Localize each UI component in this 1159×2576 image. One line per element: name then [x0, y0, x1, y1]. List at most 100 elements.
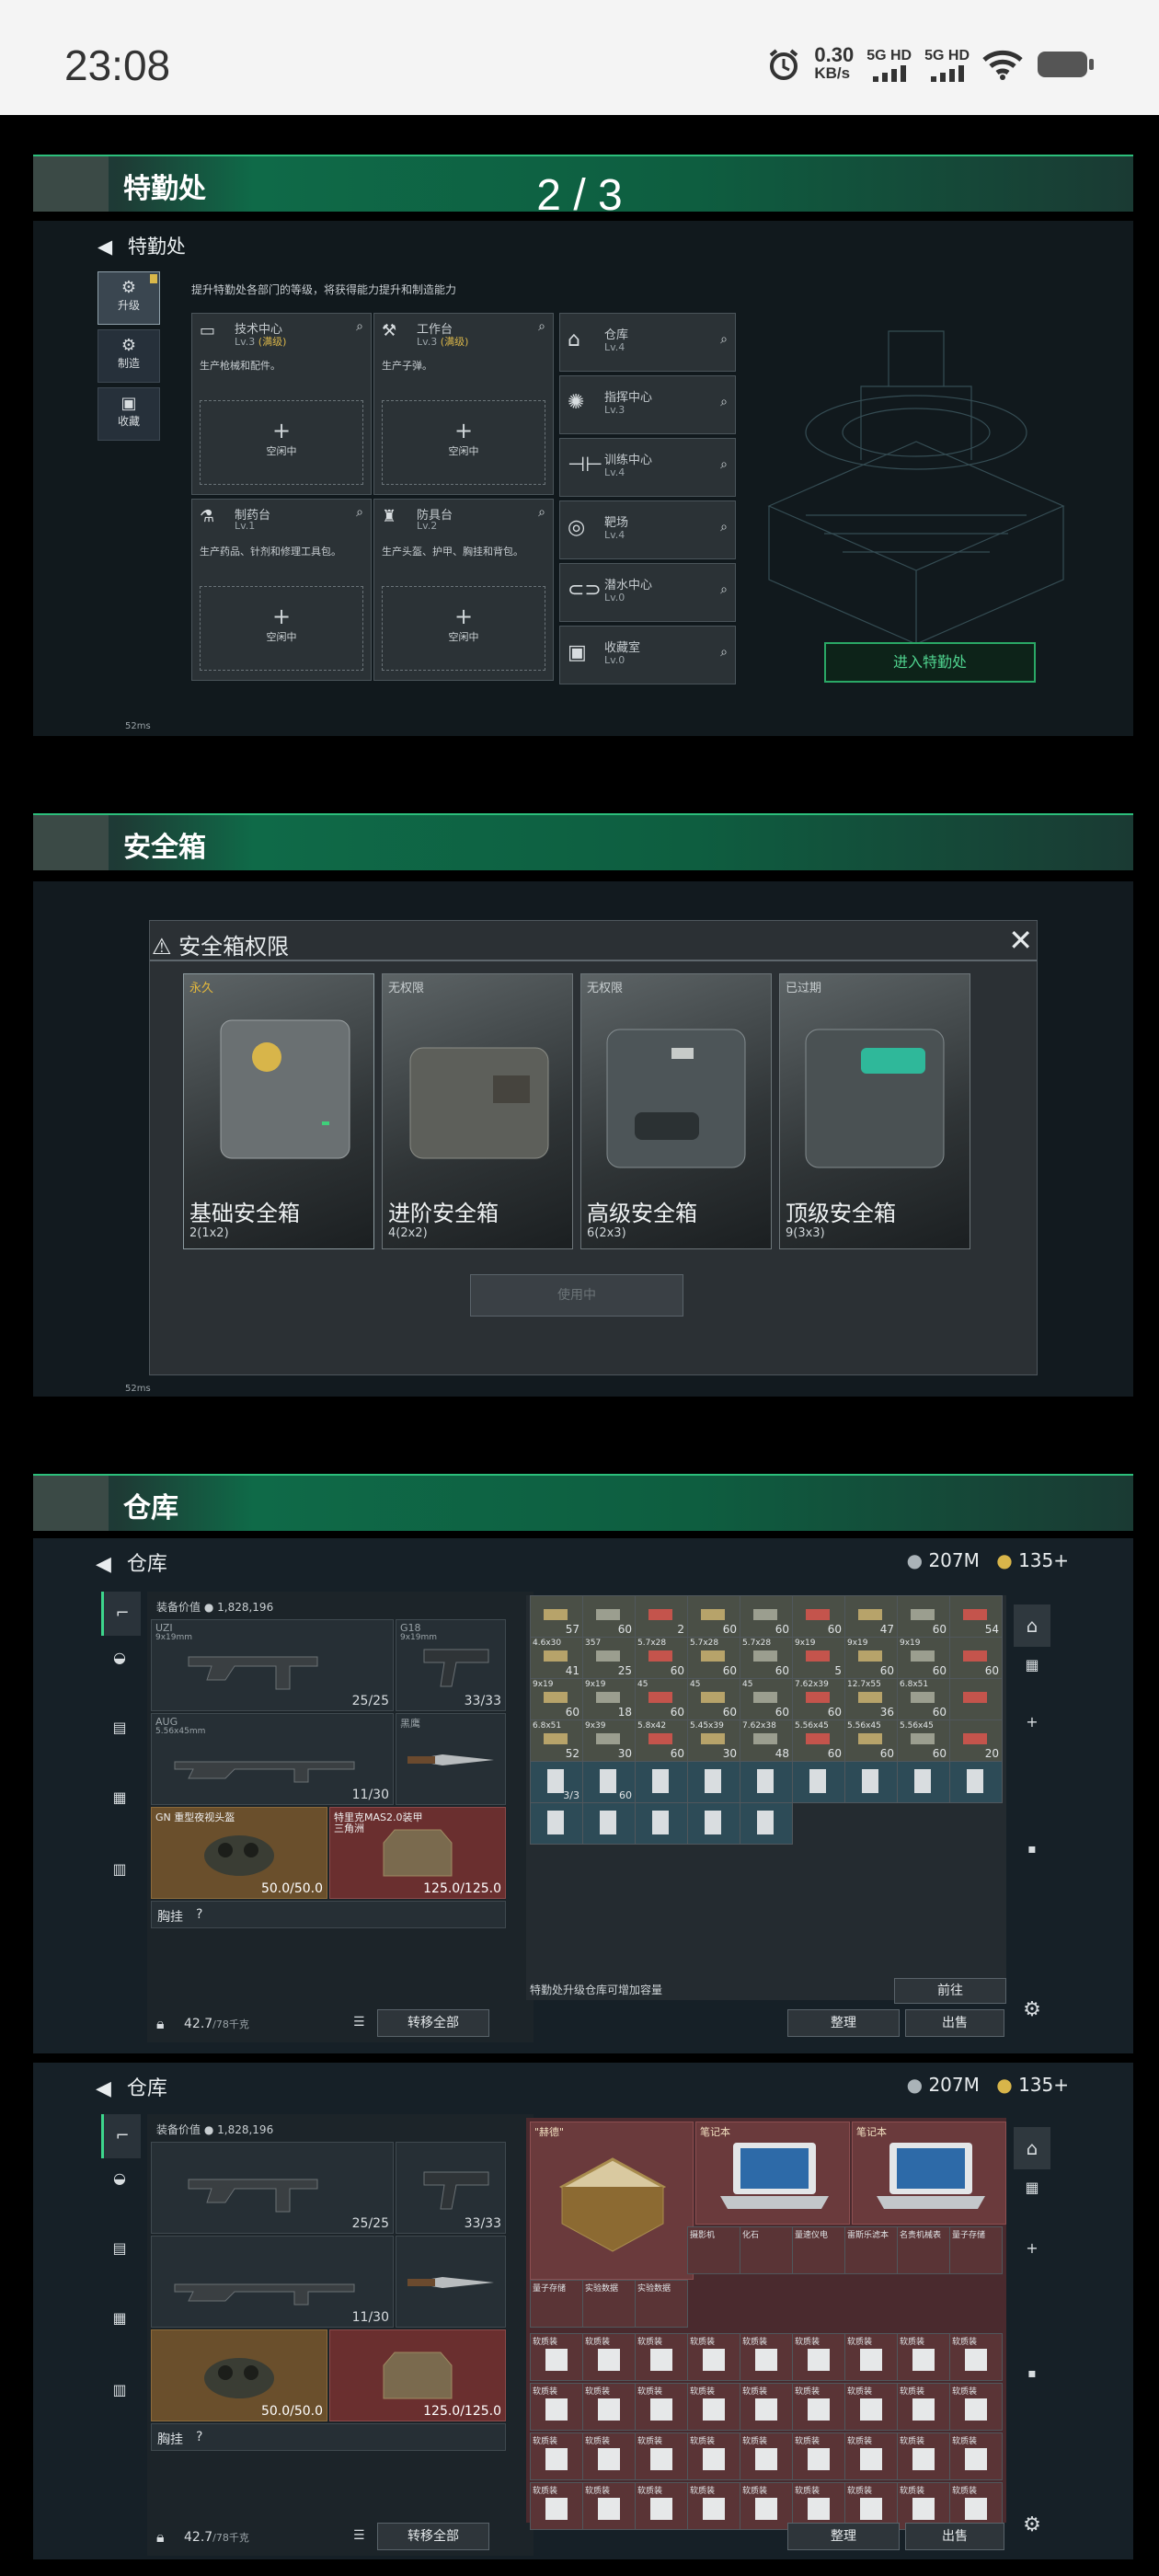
consumable-cell[interactable] [897, 1761, 950, 1803]
rail-warehouse-tab[interactable]: ⌂ [1014, 2127, 1050, 2169]
ammo-cell[interactable]: 9x19 60 [844, 1637, 898, 1679]
ammo-cell[interactable]: 45 60 [635, 1678, 688, 1720]
armor-slot[interactable]: 125.0/125.0 [329, 2329, 506, 2421]
valuable-cell[interactable]: 雷斯乐滤本 [844, 2226, 898, 2274]
weapon-slot-uzi[interactable]: 25/25 [151, 2142, 394, 2234]
help-icon[interactable]: ? [196, 1907, 202, 1922]
safebox-advanced[interactable]: 无权限 进阶安全箱 4(2x2) [382, 973, 573, 1249]
tab-bag[interactable]: ▤ [101, 1719, 138, 1755]
valuable-cell[interactable]: 名贵机械表 [897, 2226, 950, 2274]
consumable-cell[interactable] [635, 1802, 688, 1845]
ammo-cell[interactable]: 5.56x45 60 [897, 1719, 950, 1762]
tab-case[interactable]: ▥ [101, 1860, 138, 1897]
weapon-slot-aug[interactable]: 11/30 [151, 2236, 394, 2328]
gear-cell[interactable]: 软质装 [530, 2333, 583, 2381]
valuable-cell[interactable]: 实验数据 [582, 2280, 636, 2328]
rail-lock-tab[interactable]: ▪ [1014, 2366, 1050, 2403]
consumable-cell[interactable] [687, 1802, 740, 1845]
list-icon[interactable]: ☰ [353, 2528, 365, 2543]
craft-slot[interactable]: + 空闲中 [200, 400, 363, 485]
craft-slot[interactable]: + 空闲中 [200, 586, 363, 671]
gear-cell[interactable]: 软质装 [635, 2383, 688, 2431]
gear-cell[interactable]: 软质装 [635, 2482, 688, 2530]
ammo-cell[interactable]: 12.7x55 36 [844, 1678, 898, 1720]
gear-cell[interactable]: 软质装 [687, 2333, 740, 2381]
ammo-cell[interactable]: 5.8x42 60 [635, 1719, 688, 1762]
gear-cell[interactable]: 软质装 [792, 2333, 845, 2381]
craft-slot[interactable]: + 空闲中 [382, 586, 545, 671]
gear-cell[interactable]: 软质装 [635, 2333, 688, 2381]
consumable-cell[interactable]: 60 [582, 1761, 636, 1803]
melee-slot[interactable] [396, 2236, 506, 2328]
laptop-item-2[interactable]: 笔记本 [852, 2122, 1006, 2225]
consumable-cell[interactable] [792, 1761, 845, 1803]
ammo-cell[interactable]: 5.56x45 60 [792, 1719, 845, 1762]
helmet-slot[interactable]: 50.0/50.0 [151, 2329, 327, 2421]
rail-warehouse-tab[interactable]: ⌂ [1014, 1604, 1050, 1647]
close-icon[interactable]: ✕ [1008, 923, 1033, 958]
search-icon[interactable]: ⌕ [720, 395, 728, 409]
tab-bag[interactable]: ▤ [101, 2239, 138, 2276]
sort-button[interactable]: 整理 [787, 2523, 900, 2550]
ammo-cell[interactable]: 5.56x45 60 [844, 1719, 898, 1762]
settings-button[interactable]: ⚙ [1014, 2513, 1050, 2550]
back-arrow-icon[interactable]: ◀ [96, 1553, 111, 1576]
enter-special-ops-button[interactable]: 进入特勤处 [824, 642, 1036, 683]
sell-button[interactable]: 出售 [905, 2009, 1004, 2037]
melee-slot[interactable]: 黑鹰 [396, 1713, 506, 1805]
ammo-cell[interactable]: 7.62x39 60 [792, 1678, 845, 1720]
ammo-cell[interactable]: 60 [949, 1637, 1003, 1679]
gear-cell[interactable]: 软质装 [792, 2432, 845, 2480]
tab-weapons[interactable]: ⌐ [101, 2114, 141, 2158]
ammo-cell[interactable]: 20 [949, 1719, 1003, 1762]
facility-command[interactable]: ✺ 指挥中心 Lv.3 ⌕ [559, 375, 736, 434]
gear-cell[interactable]: 软质装 [582, 2333, 636, 2381]
gear-cell[interactable]: 软质装 [897, 2383, 950, 2431]
ammo-cell[interactable]: 9x19 60 [897, 1637, 950, 1679]
ammo-cell[interactable]: 45 60 [687, 1678, 740, 1720]
facility-range[interactable]: ◎ 靶场 Lv.4 ⌕ [559, 500, 736, 559]
ammo-cell[interactable]: 5.45x39 30 [687, 1719, 740, 1762]
station-card-armor[interactable]: ♜ 防具台 Lv.2 ⌕ 生产头盔、护甲、胸挂和背包。 + 空闲中 [373, 499, 554, 681]
helmet-slot[interactable]: GN 重型夜视头盔 50.0/50.0 [151, 1807, 327, 1899]
gear-cell[interactable]: 软质装 [844, 2333, 898, 2381]
facility-collection-room[interactable]: ▣ 收藏室 Lv.0 ⌕ [559, 626, 736, 684]
rail-qr-tab[interactable]: ▦ [1014, 1656, 1050, 1693]
consumable-cell[interactable]: 3/3 [530, 1761, 583, 1803]
tab-collection[interactable]: ▣ 收藏 [98, 387, 160, 441]
tab-craft[interactable]: ⚙ 制造 [98, 329, 160, 383]
gear-cell[interactable]: 软质装 [844, 2432, 898, 2480]
chest-rig-slot[interactable]: 胸挂 ? [151, 2423, 506, 2451]
search-icon[interactable]: ⌕ [720, 332, 728, 347]
gear-cell[interactable]: 软质装 [582, 2383, 636, 2431]
gear-cell[interactable]: 软质装 [687, 2432, 740, 2480]
consumable-cell[interactable] [740, 1761, 793, 1803]
chessboard-item[interactable]: "赫德" [530, 2122, 694, 2280]
ammo-cell[interactable]: 4.6x30 41 [530, 1637, 583, 1679]
ammo-cell[interactable]: 45 60 [740, 1678, 793, 1720]
safebox-premium[interactable]: 无权限 高级安全箱 6(2x3) [580, 973, 772, 1249]
ammo-cell[interactable]: 60 [740, 1595, 793, 1638]
safebox-basic[interactable]: 永久 基础安全箱 2(1x2) [183, 973, 374, 1249]
gear-cell[interactable]: 软质装 [687, 2383, 740, 2431]
consumable-cell[interactable] [530, 1802, 583, 1845]
gear-cell[interactable]: 软质装 [530, 2383, 583, 2431]
tab-chest[interactable]: ▦ [101, 2309, 138, 2346]
help-icon[interactable]: ? [196, 2430, 202, 2444]
sort-button[interactable]: 整理 [787, 2009, 900, 2037]
search-icon[interactable]: ⌕ [538, 505, 545, 520]
gear-cell[interactable]: 软质装 [949, 2333, 1003, 2381]
back-title-row[interactable]: ◀ 特勤处 [98, 232, 186, 259]
search-icon[interactable]: ⌕ [720, 582, 728, 597]
consumable-cell[interactable] [844, 1761, 898, 1803]
search-icon[interactable]: ⌕ [356, 505, 363, 520]
ammo-cell[interactable]: 357 25 [582, 1637, 636, 1679]
gear-cell[interactable]: 软质装 [740, 2333, 793, 2381]
ammo-cell[interactable] [949, 1678, 1003, 1720]
valuable-cell[interactable]: 量速仪电 [792, 2226, 845, 2274]
ammo-cell[interactable]: 6.8x51 52 [530, 1719, 583, 1762]
gear-cell[interactable]: 软质装 [949, 2432, 1003, 2480]
gear-cell[interactable]: 软质装 [949, 2383, 1003, 2431]
gear-cell[interactable]: 软质装 [844, 2383, 898, 2431]
back-title-row[interactable]: ◀ 仓库 [96, 1547, 167, 1577]
